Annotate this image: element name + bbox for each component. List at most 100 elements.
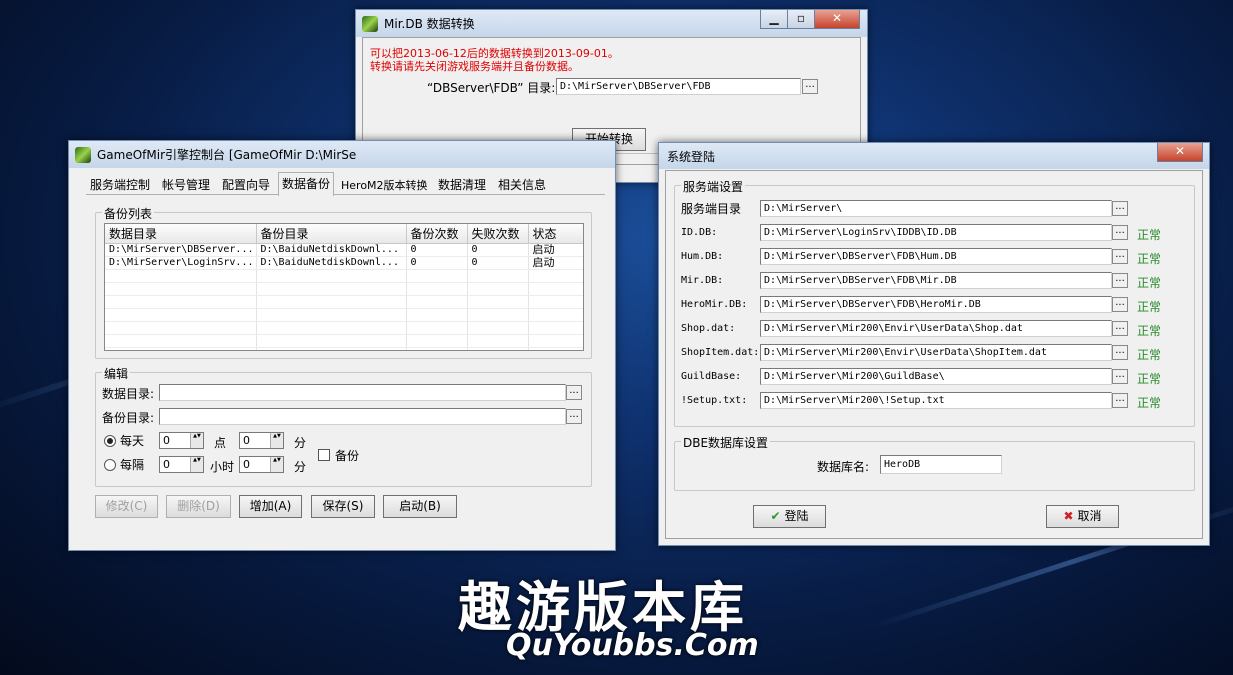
- heromir-db-input[interactable]: D:\MirServer\DBServer\FDB\HeroMir.DB: [760, 296, 1112, 313]
- check-icon: ✔: [770, 509, 781, 523]
- cell: D:\BaiduNetdiskDownl...: [256, 256, 407, 270]
- cell: 0: [406, 256, 468, 270]
- app-icon: [75, 146, 91, 163]
- delete-button[interactable]: 删除(D): [166, 495, 231, 518]
- tab-data-backup[interactable]: 数据备份: [278, 172, 335, 196]
- minimize-button[interactable]: ▁: [760, 10, 788, 29]
- interval-minute-spinner[interactable]: 0: [239, 456, 284, 473]
- table-row: [105, 321, 583, 335]
- backup-checkbox[interactable]: [318, 449, 330, 461]
- tab-herom2-convert[interactable]: HeroM2版本转换: [341, 176, 428, 195]
- browse-button[interactable]: ...: [1112, 249, 1128, 264]
- status-ok: 正常: [1137, 276, 1162, 290]
- cell: 启动: [528, 256, 583, 270]
- field-label: 服务端目录: [681, 202, 742, 216]
- browse-button[interactable]: ...: [1112, 297, 1128, 312]
- browse-button[interactable]: ...: [1112, 369, 1128, 384]
- guildbase-input[interactable]: D:\MirServer\Mir200\GuildBase\: [760, 368, 1112, 385]
- cancel-button[interactable]: ✖ 取消: [1046, 505, 1119, 528]
- col-backup-count[interactable]: 备份次数: [406, 224, 468, 244]
- cell: 0: [467, 256, 529, 270]
- interval-label: 每隔: [120, 458, 145, 472]
- browse-button[interactable]: ...: [1112, 345, 1128, 360]
- add-button[interactable]: 增加(A): [239, 495, 302, 518]
- db-name-label: 数据库名:: [817, 460, 870, 474]
- app-icon: [362, 15, 378, 32]
- minute-label: 分: [294, 460, 307, 474]
- field-label: Shop.dat:: [681, 323, 736, 334]
- table-row[interactable]: D:\MirServer\DBServer... D:\BaiduNetdisk…: [105, 243, 583, 257]
- shopitem-dat-input[interactable]: D:\MirServer\Mir200\Envir\UserData\ShopI…: [760, 344, 1112, 361]
- console-titlebar[interactable]: GameOfMir引擎控制台 [GameOfMir D:\MirSe: [69, 141, 615, 168]
- data-dir-browse-button[interactable]: ...: [566, 385, 582, 400]
- cell: 启动: [528, 243, 583, 257]
- table-row: [105, 334, 583, 348]
- tab-account[interactable]: 帐号管理: [162, 176, 210, 195]
- modify-button[interactable]: 修改(C): [95, 495, 158, 518]
- col-fail-count[interactable]: 失败次数: [467, 224, 529, 244]
- field-label: Hum.DB:: [681, 251, 724, 262]
- backup-dir-browse-button[interactable]: ...: [566, 409, 582, 424]
- backup-dir-label: 备份目录:: [102, 411, 155, 425]
- tab-data-cleanup[interactable]: 数据清理: [438, 176, 486, 195]
- data-dir-label: 数据目录:: [102, 387, 155, 401]
- tab-config-wizard[interactable]: 配置向导: [222, 176, 270, 195]
- col-backup-dir[interactable]: 备份目录: [256, 224, 407, 244]
- db-name-input[interactable]: HeroDB: [880, 455, 1002, 474]
- interval-hour-spinner[interactable]: 0: [159, 456, 204, 473]
- console-title: GameOfMir引擎控制台 [GameOfMir D:\MirSe: [97, 148, 357, 162]
- field-label: GuildBase:: [681, 371, 742, 382]
- shop-dat-input[interactable]: D:\MirServer\Mir200\Envir\UserData\Shop.…: [760, 320, 1112, 337]
- close-button[interactable]: ✕: [814, 10, 860, 29]
- notice-line-2: 转换请请先关闭游戏服务端并且备份数据。: [370, 60, 579, 73]
- watermark-en: QuYoubbs.Com: [506, 628, 759, 663]
- cell: 0: [467, 243, 529, 257]
- daily-radio[interactable]: [104, 435, 116, 447]
- login-titlebar[interactable]: 系统登陆: [659, 143, 1209, 169]
- close-button[interactable]: ✕: [1157, 143, 1203, 162]
- hour-label: 点: [214, 436, 227, 450]
- browse-button[interactable]: ...: [1112, 321, 1128, 336]
- login-button[interactable]: ✔ 登陆: [753, 505, 826, 528]
- interval-radio[interactable]: [104, 459, 116, 471]
- table-row: [105, 295, 583, 309]
- backup-listview: 数据目录 备份目录 备份次数 失败次数 状态 D:\MirServer\DBSe…: [104, 223, 584, 351]
- server-dir-input[interactable]: D:\MirServer\: [760, 200, 1112, 217]
- browse-button[interactable]: ...: [1112, 225, 1128, 240]
- server-settings-title: 服务端设置: [681, 178, 746, 195]
- status-ok: 正常: [1137, 396, 1162, 410]
- table-row: [105, 282, 583, 296]
- fdb-dir-browse-button[interactable]: ...: [802, 79, 818, 94]
- field-label: Mir.DB:: [681, 275, 724, 286]
- table-header-row: 数据目录 备份目录 备份次数 失败次数 状态: [105, 224, 583, 244]
- maximize-button[interactable]: ▫: [787, 10, 815, 29]
- col-status[interactable]: 状态: [528, 224, 583, 244]
- hum-db-input[interactable]: D:\MirServer\DBServer\FDB\Hum.DB: [760, 248, 1112, 265]
- save-button[interactable]: 保存(S): [311, 495, 375, 518]
- field-label: !Setup.txt:: [681, 395, 748, 406]
- field-label: ShopItem.dat:: [681, 347, 760, 358]
- mir-db-input[interactable]: D:\MirServer\DBServer\FDB\Mir.DB: [760, 272, 1112, 289]
- backup-dir-input[interactable]: [159, 408, 566, 425]
- data-dir-input[interactable]: [159, 384, 566, 401]
- daily-hour-spinner[interactable]: 0: [159, 432, 204, 449]
- daily-minute-spinner[interactable]: 0: [239, 432, 284, 449]
- start-button[interactable]: 启动(B): [383, 495, 457, 518]
- fdb-dir-input[interactable]: D:\MirServer\DBServer\FDB: [556, 78, 801, 95]
- backup-checkbox-label: 备份: [335, 449, 360, 463]
- browse-button[interactable]: ...: [1112, 201, 1128, 216]
- browse-button[interactable]: ...: [1112, 393, 1128, 408]
- cell: 0: [406, 243, 468, 257]
- minute-label: 分: [294, 436, 307, 450]
- col-data-dir[interactable]: 数据目录: [105, 224, 257, 244]
- tab-related-info[interactable]: 相关信息: [498, 176, 546, 195]
- status-ok: 正常: [1137, 252, 1162, 266]
- status-ok: 正常: [1137, 300, 1162, 314]
- setup-txt-input[interactable]: D:\MirServer\Mir200\!Setup.txt: [760, 392, 1112, 409]
- table-row[interactable]: D:\MirServer\LoginSrv... D:\BaiduNetdisk…: [105, 256, 583, 270]
- tab-server-control[interactable]: 服务端控制: [90, 176, 150, 195]
- id-db-input[interactable]: D:\MirServer\LoginSrv\IDDB\ID.DB: [760, 224, 1112, 241]
- status-ok: 正常: [1137, 348, 1162, 362]
- browse-button[interactable]: ...: [1112, 273, 1128, 288]
- table-row: [105, 308, 583, 322]
